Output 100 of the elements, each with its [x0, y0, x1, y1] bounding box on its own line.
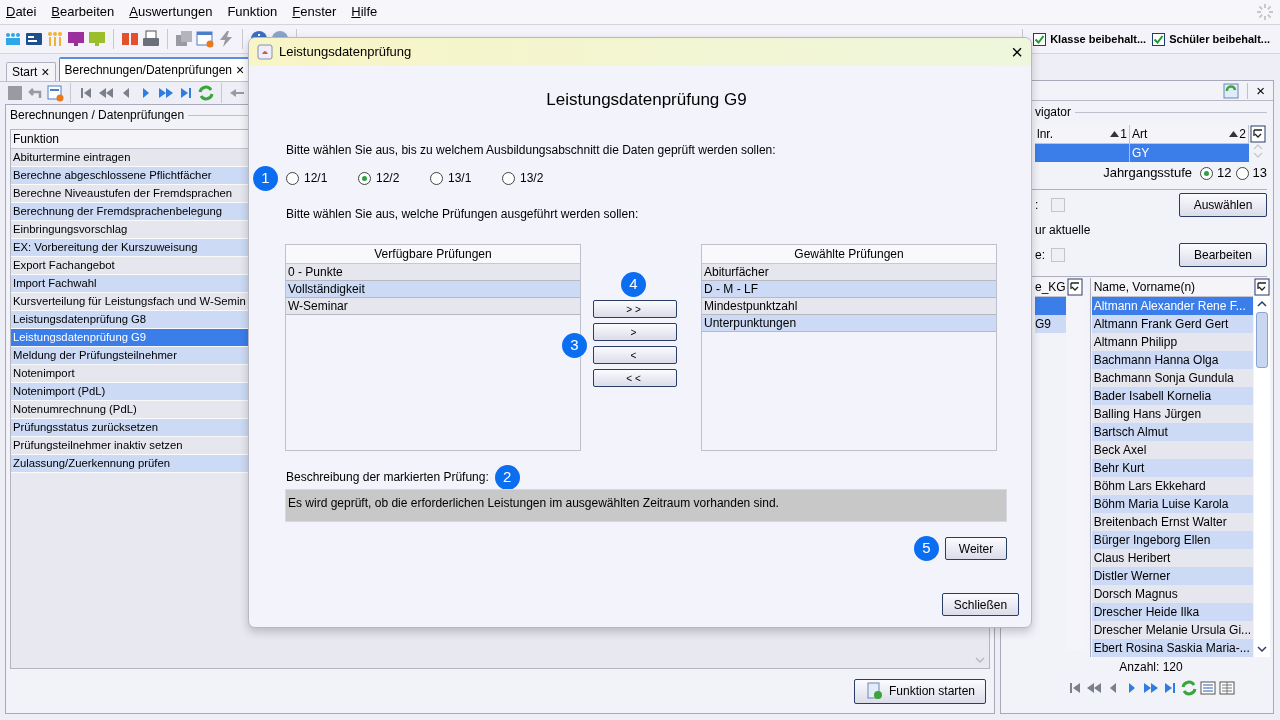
- radio-label: 13/1: [448, 170, 472, 187]
- table-row[interactable]: G9: [1035, 315, 1066, 333]
- field-label: Beschreibung der markierten Prüfung:: [286, 469, 489, 486]
- transfer-button[interactable]: <: [593, 346, 677, 364]
- sort-up-icon: [1110, 130, 1120, 138]
- list-row[interactable]: Bachmann Hanna Olga: [1091, 351, 1254, 369]
- radio-label: 13/2: [520, 170, 544, 187]
- monitor-icon[interactable]: [67, 30, 85, 48]
- document-icon: [864, 682, 883, 700]
- list-row[interactable]: Altmann Alexander Rene F...: [1091, 297, 1254, 315]
- step-badge: 4: [621, 272, 646, 297]
- refresh-icon[interactable]: [1223, 82, 1240, 99]
- save-icon[interactable]: [6, 84, 24, 102]
- menu-item[interactable]: Funktion: [227, 2, 278, 22]
- list-row[interactable]: Breitenbach Ernst Walter: [1091, 513, 1254, 531]
- loading-spinner-icon: [1256, 3, 1274, 21]
- list-row[interactable]: Mindestpunktzahl: [702, 298, 996, 315]
- refresh-icon[interactable]: [1180, 679, 1198, 697]
- detail-view-icon[interactable]: [1218, 679, 1236, 697]
- step-badge: 1: [253, 166, 278, 191]
- close-tab-button[interactable]: ×: [41, 65, 50, 79]
- step-badge: 5: [914, 536, 939, 561]
- count-label: Anzahl: 120: [1118, 659, 1184, 676]
- radio-button[interactable]: [502, 171, 515, 185]
- close-button[interactable]: ×: [1256, 83, 1265, 98]
- list-row[interactable]: Bader Isabell Kornelia: [1091, 387, 1254, 405]
- checkbox[interactable]: [1033, 32, 1047, 46]
- radio-button[interactable]: [1200, 166, 1214, 180]
- transfer-button[interactable]: >: [593, 323, 677, 341]
- dialog-heading: Leistungsdatenprüfung G9: [545, 89, 748, 109]
- app-icon: [257, 44, 273, 60]
- close-button[interactable]: ×: [1011, 42, 1023, 62]
- list-row[interactable]: Vollständigkeit: [286, 281, 580, 298]
- tab[interactable]: Berechnungen/Datenprüfungen ×: [58, 57, 251, 81]
- list-row[interactable]: Unterpunktungen: [702, 315, 996, 332]
- list-row[interactable]: Drescher Melanie Ursula Gi...: [1091, 621, 1254, 639]
- list-row[interactable]: Drescher Heide Ilka: [1091, 603, 1254, 621]
- next-button[interactable]: Weiter: [945, 537, 1007, 560]
- column-menu-icon[interactable]: [1250, 125, 1266, 143]
- column-menu-icon[interactable]: [1254, 278, 1271, 296]
- list-row[interactable]: W-Seminar: [286, 298, 580, 315]
- list-view-icon[interactable]: [1199, 679, 1217, 697]
- radio-label: 13: [1252, 164, 1267, 183]
- radio-button[interactable]: [1235, 166, 1249, 180]
- menu-item[interactable]: Bearbeiten: [51, 2, 115, 22]
- radio-button[interactable]: [286, 171, 299, 185]
- edit-button[interactable]: Bearbeiten: [1179, 243, 1267, 267]
- menu-item[interactable]: Datei: [6, 2, 37, 22]
- menu-item[interactable]: Fenster: [292, 2, 337, 22]
- lightning-icon[interactable]: [217, 30, 235, 48]
- dialog-title: Leistungsdatenprüfung: [279, 43, 412, 62]
- close-dialog-button[interactable]: Schließen: [942, 593, 1019, 616]
- column-header[interactable]: lnr. 1: [1035, 125, 1130, 143]
- list-row[interactable]: Bartsch Almut: [1091, 423, 1254, 441]
- scroll-arrows-icon: [1251, 143, 1265, 159]
- select-button[interactable]: Auswählen: [1179, 193, 1267, 217]
- list-row[interactable]: Ebert Rosina Saskia Maria-...: [1091, 639, 1254, 657]
- menu-item[interactable]: Auswertungen: [129, 2, 213, 22]
- list-row[interactable]: Claus Heribert: [1091, 549, 1254, 567]
- checkbox-label: Klasse beibehalt...: [1050, 31, 1147, 47]
- form-icon[interactable]: [46, 84, 64, 102]
- list-row[interactable]: Böhm Maria Luise Karola: [1091, 495, 1254, 513]
- transfer-button[interactable]: >>: [593, 300, 677, 318]
- tab[interactable]: Start ×: [6, 62, 56, 81]
- radio-button[interactable]: [358, 171, 371, 185]
- field-label: e:: [1035, 247, 1046, 264]
- list-row[interactable]: Behr Kurt: [1091, 459, 1254, 477]
- radio-label: 12: [1217, 164, 1232, 183]
- close-tab-button[interactable]: ×: [236, 63, 245, 77]
- field-label: :: [1035, 197, 1040, 214]
- list-row[interactable]: Abiturfächer: [702, 264, 996, 281]
- list-row[interactable]: Distler Werner: [1091, 567, 1254, 585]
- table-row[interactable]: GY: [1035, 144, 1249, 162]
- scrollbar-thumb[interactable]: [1256, 312, 1269, 368]
- column-menu-icon[interactable]: [1066, 278, 1083, 296]
- list-row[interactable]: 0 - Punkte: [286, 264, 580, 281]
- list-row[interactable]: Beck Axel: [1091, 441, 1254, 459]
- list-row[interactable]: Altmann Philipp: [1091, 333, 1254, 351]
- book-icon[interactable]: [121, 30, 139, 48]
- list-row[interactable]: Bürger Ingeborg Ellen: [1091, 531, 1254, 549]
- radio-button[interactable]: [430, 171, 443, 185]
- list-row[interactable]: D - M - LF: [702, 281, 996, 298]
- column-header: Gewählte Prüfungen: [702, 245, 996, 264]
- checkbox[interactable]: [1152, 32, 1166, 46]
- column-header[interactable]: Art 2: [1130, 125, 1249, 143]
- start-function-button[interactable]: Funktion starten: [853, 678, 986, 704]
- refresh-icon[interactable]: [197, 84, 215, 102]
- menu-item[interactable]: Hilfe: [351, 2, 378, 22]
- copy-icon[interactable]: [175, 30, 193, 48]
- list-row[interactable]: Balling Hans Jürgen: [1091, 405, 1254, 423]
- card-icon[interactable]: [25, 30, 43, 48]
- window-icon[interactable]: [196, 30, 214, 48]
- list-row[interactable]: Bachmann Sonja Gundula: [1091, 369, 1254, 387]
- list-row[interactable]: Böhm Lars Ekkehard: [1091, 477, 1254, 495]
- list-row[interactable]: Dorsch Magnus: [1091, 585, 1254, 603]
- step-badge: 2: [494, 464, 520, 490]
- list-row[interactable]: Altmann Frank Gerd Gert: [1091, 315, 1254, 333]
- printer-icon[interactable]: [142, 30, 160, 48]
- transfer-button[interactable]: <<: [593, 369, 677, 387]
- radio-label: 12/2: [376, 170, 400, 187]
